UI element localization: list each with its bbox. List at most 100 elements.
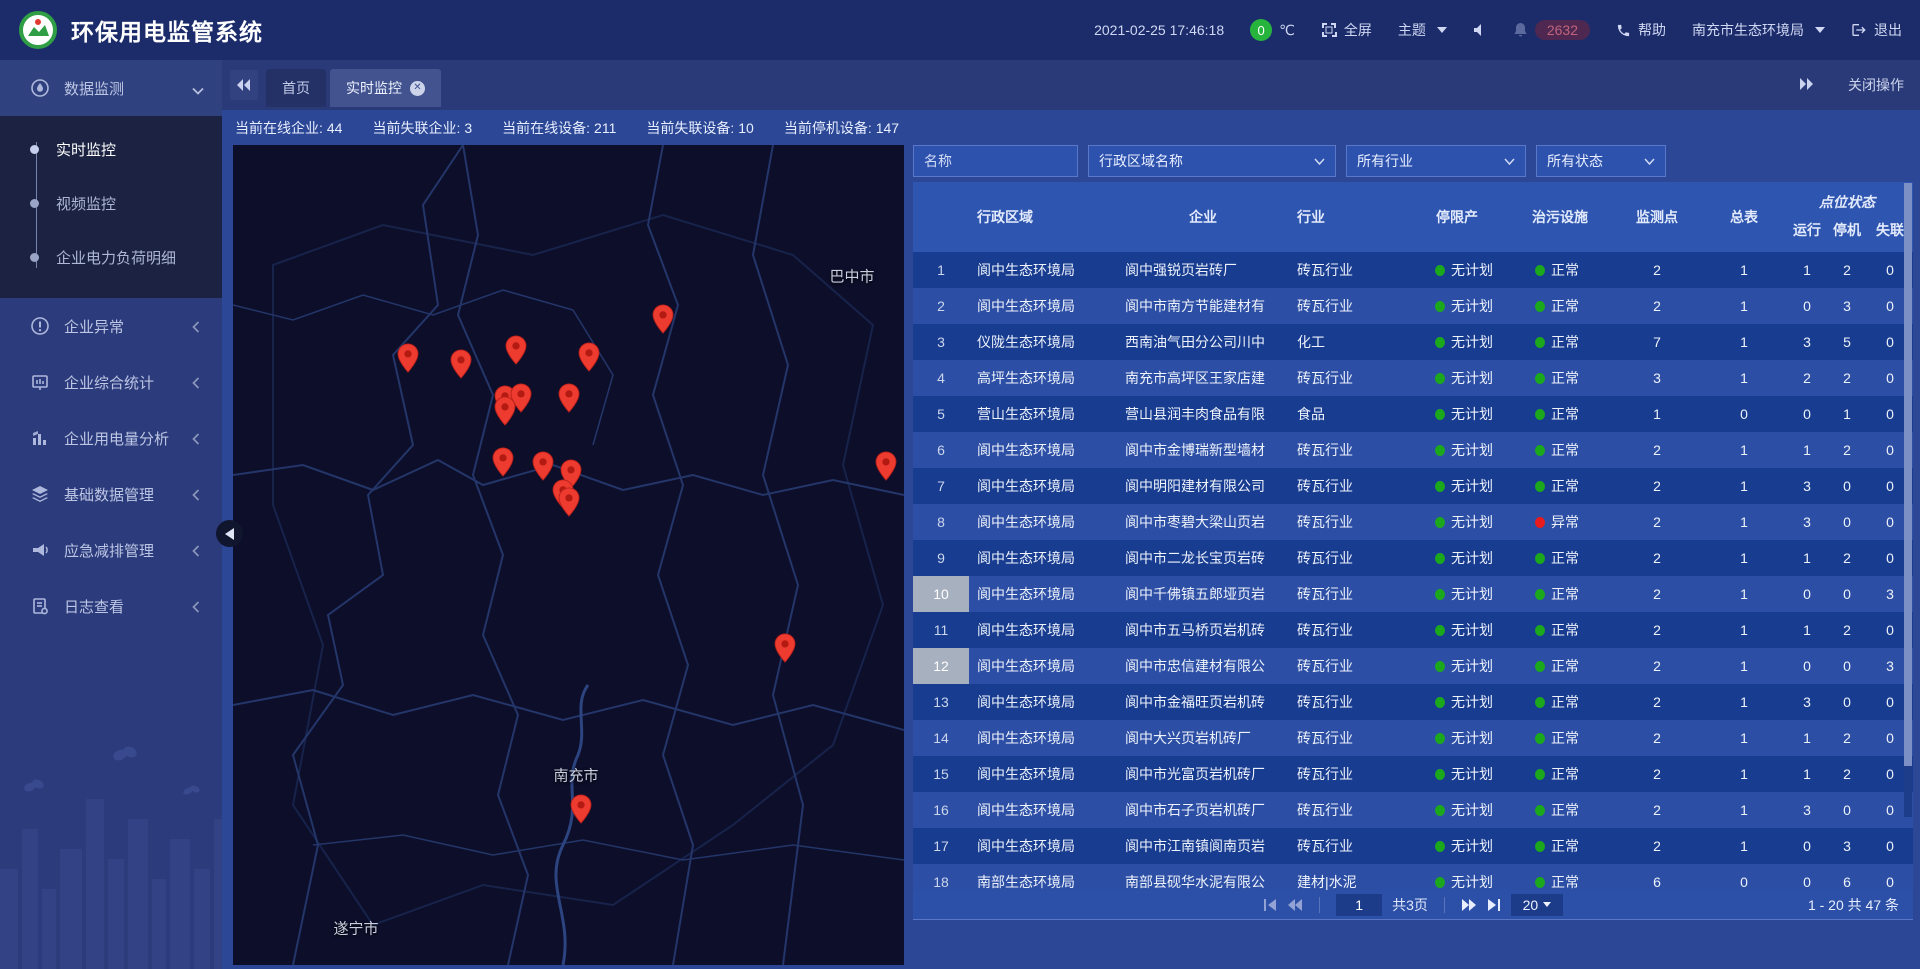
map-collapse-button[interactable] [216, 520, 243, 547]
prev-page-button[interactable] [1287, 899, 1303, 911]
tabs-scroll-left-icon[interactable] [230, 70, 258, 100]
close-icon[interactable]: ✕ [410, 81, 425, 96]
map-pin-icon[interactable] [558, 383, 580, 413]
skyline-decoration [0, 729, 222, 969]
cell-region: 阆中生态环境局 [969, 620, 1117, 640]
industry-filter-select[interactable]: 所有行业 [1346, 145, 1526, 177]
table-row[interactable]: 18南部生态环境局南部县砚华水泥有限公建材|水泥无计划正常60060 [913, 864, 1913, 890]
table-row[interactable]: 7阆中生态环境局阆中明阳建材有限公司砖瓦行业无计划正常21300 [913, 468, 1913, 504]
sidebar-item-5[interactable]: 应急减排管理 [0, 522, 222, 578]
table-row[interactable]: 2阆中生态环境局阆中市南方节能建材有砖瓦行业无计划正常21030 [913, 288, 1913, 324]
map-pin-icon[interactable] [505, 335, 527, 365]
next-page-button[interactable] [1461, 899, 1477, 911]
cell-rownum: 11 [913, 612, 969, 648]
map-pin-icon[interactable] [532, 451, 554, 481]
table-row[interactable]: 6阆中生态环境局阆中市金博瑞新型墙材砖瓦行业无计划正常21120 [913, 432, 1913, 468]
sidebar-subitem[interactable]: 实时监控 [0, 122, 222, 176]
table-row[interactable]: 5营山生态环境局营山县润丰肉食品有限食品无计划正常10010 [913, 396, 1913, 432]
map-panel[interactable]: 巴中市南充市遂宁市 [233, 145, 904, 965]
map-pin-icon[interactable] [774, 633, 796, 663]
fullscreen-button[interactable]: 全屏 [1321, 20, 1372, 40]
region-filter-select[interactable]: 行政区域名称 [1088, 145, 1336, 177]
cell-industry: 建材|水泥 [1289, 872, 1407, 890]
table-row[interactable]: 13阆中生态环境局阆中市金福旺页岩机砖砖瓦行业无计划正常21300 [913, 684, 1913, 720]
map-pin-icon[interactable] [570, 794, 592, 824]
stat-item: 当前在线设备:211 [502, 118, 616, 138]
table-row[interactable]: 15阆中生态环境局阆中市光富页岩机砖厂砖瓦行业无计划正常21120 [913, 756, 1913, 792]
map-pin-icon[interactable] [397, 343, 419, 373]
table-row[interactable]: 10阆中生态环境局阆中千佛镇五郎垭页岩砖瓦行业无计划正常21003 [913, 576, 1913, 612]
fullscreen-icon [1321, 22, 1337, 38]
table-row[interactable]: 4高坪生态环境局南充市高坪区王家店建砖瓦行业无计划正常31220 [913, 360, 1913, 396]
sidebar-item-0[interactable]: 数据监测 [0, 60, 222, 116]
city-label: 南充市 [553, 765, 598, 786]
sidebar-subitem[interactable]: 企业电力负荷明细 [0, 230, 222, 284]
status-dot-icon [1535, 805, 1545, 816]
map-pin-icon[interactable] [652, 304, 674, 334]
cell-meters: 0 [1701, 874, 1787, 890]
cell-meters: 1 [1701, 370, 1787, 386]
table-row[interactable]: 12阆中生态环境局阆中市忠信建材有限公砖瓦行业无计划正常21003 [913, 648, 1913, 684]
sidebar-subitem[interactable]: 视频监控 [0, 176, 222, 230]
theme-label: 主题 [1398, 20, 1426, 40]
sidebar-item-2[interactable]: 企业综合统计 [0, 354, 222, 410]
cell-run: 0 [1787, 874, 1827, 890]
chevron-left-icon [192, 544, 204, 556]
tab-0[interactable]: 首页 [266, 69, 326, 107]
sidebar-item-3[interactable]: 企业用电量分析 [0, 410, 222, 466]
cell-stop: 3 [1827, 298, 1867, 314]
help-label: 帮助 [1638, 20, 1666, 40]
scrollbar-thumb[interactable] [1904, 183, 1912, 766]
tabs-scroll-right-icon[interactable] [1800, 77, 1814, 93]
sidebar-item-1[interactable]: 企业异常 [0, 298, 222, 354]
map-pin-icon[interactable] [875, 451, 897, 481]
status-dot-icon [1435, 265, 1445, 276]
sound-toggle[interactable] [1473, 23, 1487, 37]
cell-facility-status: 正常 [1507, 404, 1613, 424]
name-filter-input[interactable] [913, 145, 1078, 177]
logout-button[interactable]: 退出 [1851, 20, 1902, 40]
page-size-select[interactable]: 20 [1511, 894, 1563, 916]
help-button[interactable]: 帮助 [1616, 20, 1666, 40]
first-page-button[interactable] [1263, 899, 1277, 911]
col-meters: 总表 [1701, 207, 1787, 227]
notifications[interactable]: 2632 [1513, 20, 1590, 40]
sidebar-item-6[interactable]: 日志查看 [0, 578, 222, 634]
sidebar-item-4[interactable]: 基础数据管理 [0, 466, 222, 522]
cell-stop: 0 [1827, 478, 1867, 494]
table-row[interactable]: 11阆中生态环境局阆中市五马桥页岩机砖砖瓦行业无计划正常21120 [913, 612, 1913, 648]
monitor-panel: 行政区域名称 所有行业 所有状态 [913, 145, 1913, 920]
table-scrollbar[interactable] [1904, 183, 1912, 817]
map-pin-icon[interactable] [492, 447, 514, 477]
cell-industry: 砖瓦行业 [1289, 440, 1407, 460]
cell-meters: 1 [1701, 442, 1787, 458]
cell-stop: 0 [1827, 802, 1867, 818]
status-filter-select[interactable]: 所有状态 [1536, 145, 1666, 177]
fullscreen-label: 全屏 [1344, 20, 1372, 40]
cell-rownum: 17 [913, 828, 969, 864]
cell-limit-status: 无计划 [1407, 332, 1507, 352]
table-row[interactable]: 14阆中生态环境局阆中大兴页岩机砖厂砖瓦行业无计划正常21120 [913, 720, 1913, 756]
last-page-button[interactable] [1487, 899, 1501, 911]
theme-dropdown[interactable]: 主题 [1398, 20, 1447, 40]
tab-1[interactable]: 实时监控✕ [330, 69, 441, 107]
org-dropdown[interactable]: 南充市生态环境局 [1692, 20, 1825, 40]
page-number-input[interactable] [1336, 894, 1382, 916]
map-pin-icon[interactable] [578, 342, 600, 372]
cell-points: 2 [1613, 730, 1701, 746]
map-pin-icon[interactable] [450, 349, 472, 379]
status-dot-icon [1435, 553, 1445, 564]
map-pin-icon[interactable] [494, 396, 516, 426]
cell-industry: 化工 [1289, 332, 1407, 352]
table-row[interactable]: 9阆中生态环境局阆中市二龙长宝页岩砖砖瓦行业无计划正常21120 [913, 540, 1913, 576]
table-row[interactable]: 3仪陇生态环境局西南油气田分公司川中化工无计划正常71350 [913, 324, 1913, 360]
table-row[interactable]: 17阆中生态环境局阆中市江南镇阆南页岩砖瓦行业无计划正常21030 [913, 828, 1913, 864]
map-pin-icon[interactable] [558, 487, 580, 517]
cell-run: 3 [1787, 802, 1827, 818]
table-row[interactable]: 8阆中生态环境局阆中市枣碧大梁山页岩砖瓦行业无计划异常21300 [913, 504, 1913, 540]
table-row[interactable]: 1阆中生态环境局阆中强锐页岩砖厂砖瓦行业无计划正常21120 [913, 252, 1913, 288]
cell-region: 阆中生态环境局 [969, 512, 1117, 532]
close-operations-button[interactable]: 关闭操作 [1848, 75, 1904, 95]
table-row[interactable]: 16阆中生态环境局阆中市石子页岩机砖厂砖瓦行业无计划正常21300 [913, 792, 1913, 828]
status-dot-icon [1535, 553, 1545, 564]
